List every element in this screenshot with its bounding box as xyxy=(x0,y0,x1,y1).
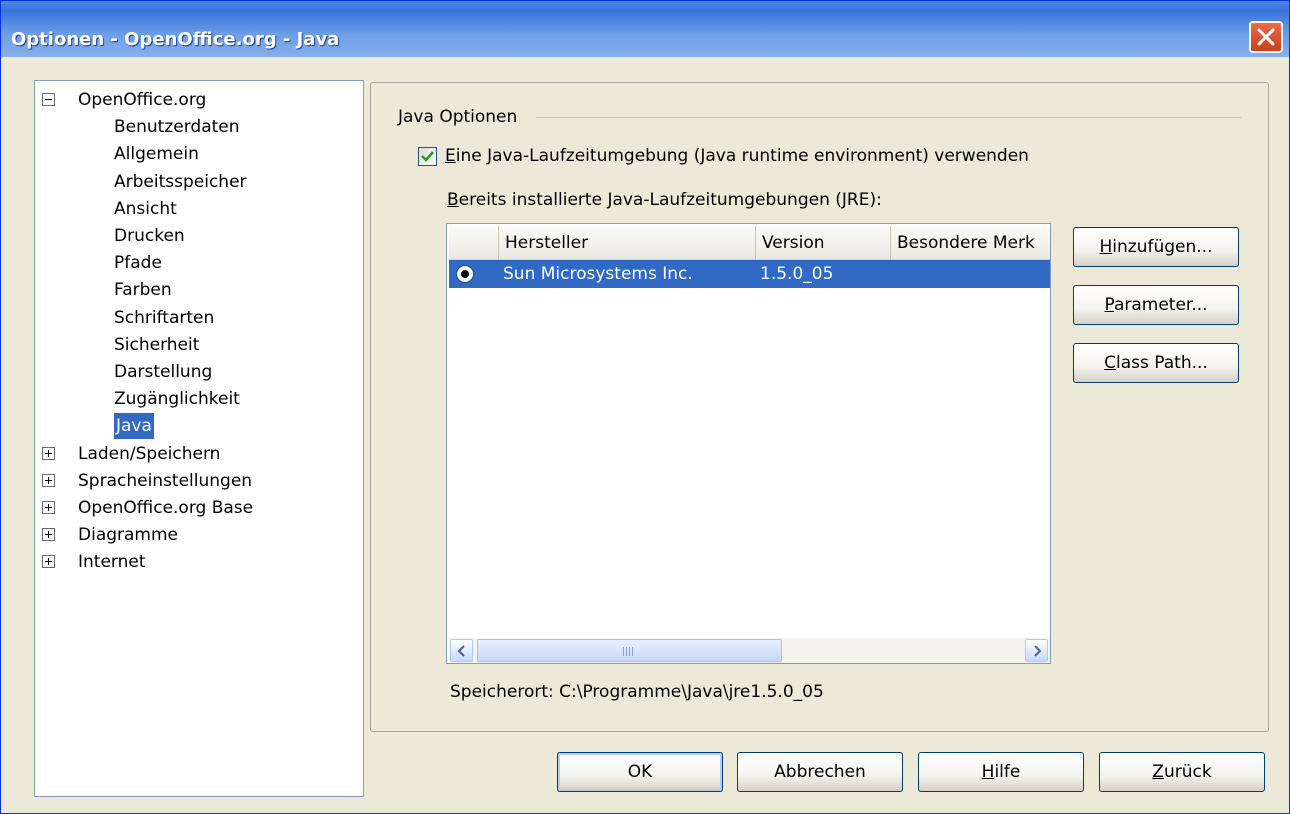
expand-icon[interactable] xyxy=(42,528,55,542)
tree-item-label: Arbeitsspeicher xyxy=(114,171,247,192)
column-header-select[interactable] xyxy=(449,226,499,260)
tree-item-label: Diagramme xyxy=(78,525,179,546)
help-button[interactable]: Hilfe xyxy=(918,752,1084,792)
list-header: Hersteller Version Besondere Merk xyxy=(449,226,1050,260)
group-separator xyxy=(536,117,1241,118)
window-title: Optionen - OpenOffice.org - Java xyxy=(11,29,340,50)
tree-item-label: Spracheinstellungen xyxy=(78,470,253,491)
tree-item-label: Zugänglichkeit xyxy=(114,389,240,410)
options-tree: OpenOffice.org Benutzerdaten Allgemein Arbe… xyxy=(34,80,364,797)
tree-item-label: Schriftarten xyxy=(114,307,215,328)
tree-item-label: OpenOffice.org Base xyxy=(78,498,254,518)
checkmark-icon xyxy=(421,151,434,162)
column-header-vendor[interactable]: Hersteller xyxy=(499,226,756,260)
expand-icon[interactable] xyxy=(42,501,55,514)
table-row[interactable]: Sun Microsystems Inc. 1.5.0_05 xyxy=(449,260,1050,288)
reset-button[interactable]: Zurück xyxy=(1099,752,1265,792)
options-dialog: Optionen - OpenOffice.org - Java OpenOff… xyxy=(0,0,1290,814)
collapse-icon[interactable] xyxy=(42,93,55,106)
tree-item-label: Darstellung xyxy=(114,362,213,382)
installed-jre-label: Bereits installierte Java-Laufzeitumgebu… xyxy=(447,190,882,210)
tree-item-label: Internet xyxy=(78,552,146,573)
expand-icon[interactable] xyxy=(42,473,55,487)
column-header-features[interactable]: Besondere Merk xyxy=(891,226,1050,260)
add-button[interactable]: Hinzufügen... xyxy=(1073,227,1239,267)
tree-item-label: OpenOffice.org xyxy=(78,90,207,110)
jre-radio[interactable] xyxy=(456,265,474,283)
version-cell: 1.5.0_05 xyxy=(760,264,834,284)
tree-item-label: Java xyxy=(114,413,154,440)
cancel-button[interactable]: Abbrechen xyxy=(737,752,903,792)
tree-item-label: Allgemein xyxy=(114,144,199,165)
location-text: Speicherort: C:\Programme\Java\jre1.5.0_… xyxy=(450,682,824,702)
use-jre-checkbox[interactable] xyxy=(418,147,437,166)
use-jre-label[interactable]: Eine Java-Laufzeitumgebung (Java runtime… xyxy=(445,144,1029,168)
scroll-right-button[interactable] xyxy=(1025,639,1048,662)
title-bar[interactable]: Optionen - OpenOffice.org - Java xyxy=(1,1,1289,57)
expand-icon[interactable] xyxy=(42,446,55,460)
class-path-button[interactable]: Class Path... xyxy=(1073,343,1239,383)
expand-icon[interactable] xyxy=(42,555,55,569)
tree-item-label: Pfade xyxy=(114,253,162,274)
vendor-cell: Sun Microsystems Inc. xyxy=(503,264,693,284)
radio-dot-icon xyxy=(461,270,469,278)
chevron-right-icon xyxy=(1034,645,1042,657)
parameters-button[interactable]: Parameter... xyxy=(1073,285,1239,325)
ok-button[interactable]: OK xyxy=(557,752,723,792)
scroll-left-button[interactable] xyxy=(450,639,473,662)
chevron-left-icon xyxy=(457,645,465,657)
tree-item-label: Sicherheit xyxy=(114,334,200,355)
tree-item-label: Drucken xyxy=(114,226,185,246)
grip-icon xyxy=(623,647,635,656)
horizontal-scrollbar[interactable] xyxy=(449,638,1050,663)
close-icon xyxy=(1257,28,1275,46)
tree-item-label: Ansicht xyxy=(114,198,177,219)
tree-item-label: Benutzerdaten xyxy=(114,117,240,138)
jre-list[interactable]: Hersteller Version Besondere Merk Sun Mi… xyxy=(446,223,1051,664)
tree-item-label: Laden/Speichern xyxy=(78,443,221,464)
scroll-thumb[interactable] xyxy=(477,639,782,662)
column-header-version[interactable]: Version xyxy=(756,226,891,260)
tree-item-label: Farben xyxy=(114,280,172,301)
close-button[interactable] xyxy=(1249,21,1283,53)
group-title: Java Optionen xyxy=(398,107,518,127)
